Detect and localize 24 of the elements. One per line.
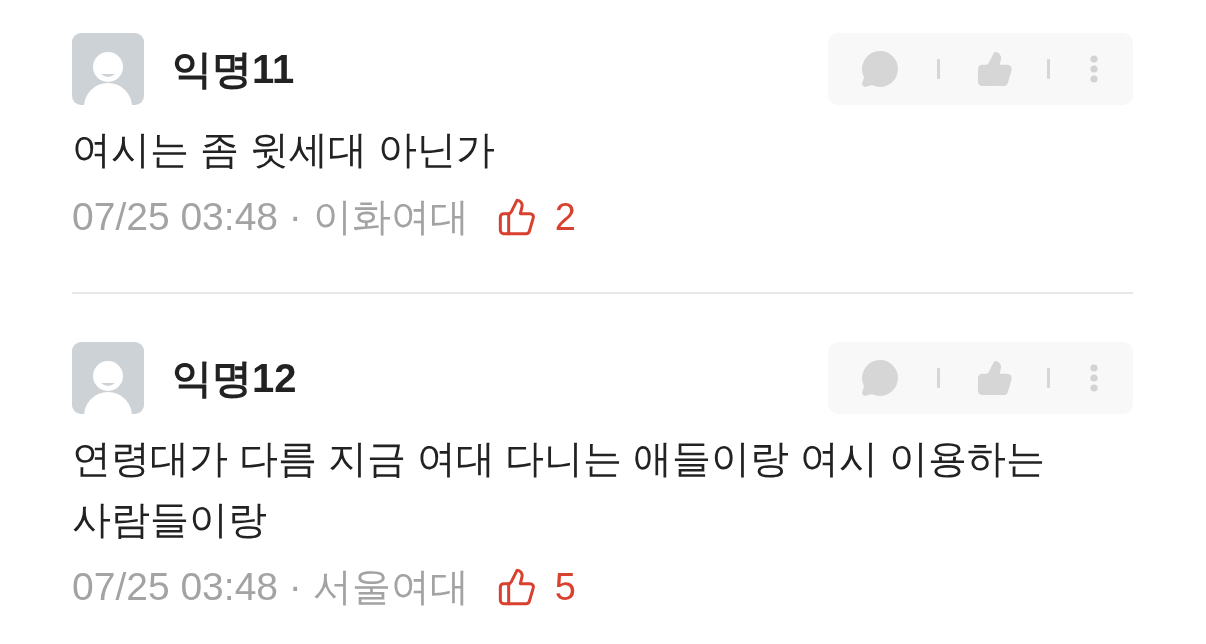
thumbs-up-icon xyxy=(496,197,537,237)
like-count: 2 xyxy=(554,195,576,239)
more-button[interactable] xyxy=(1090,55,1098,83)
author-name: 익명11 xyxy=(172,45,296,93)
more-icon xyxy=(1090,364,1098,392)
more-icon xyxy=(1090,55,1098,83)
like-button[interactable] xyxy=(976,50,1014,88)
thumbs-up-icon xyxy=(976,359,1014,397)
thumbs-up-icon xyxy=(976,50,1014,88)
thumbs-up-icon xyxy=(496,567,537,607)
more-button[interactable] xyxy=(1090,364,1098,392)
comment-text: 여시는 좀 윗세대 아닌가 xyxy=(72,127,496,173)
comment-meta: 07/25 03:48 · 서울여대 xyxy=(72,564,469,610)
reply-button[interactable] xyxy=(860,49,900,89)
author-name: 익명12 xyxy=(172,354,298,402)
avatar-icon xyxy=(72,33,144,105)
speech-bubble-icon xyxy=(860,49,900,89)
like-count: 5 xyxy=(554,565,576,609)
comment-meta: 07/25 03:48 · 이화여대 xyxy=(72,194,469,240)
speech-bubble-icon xyxy=(860,358,900,398)
like-button[interactable] xyxy=(976,359,1014,397)
avatar-icon xyxy=(72,342,144,414)
comment-text: 연령대가 다름 지금 여대 다니는 애들이랑 여시 이용하는 사람들이랑 xyxy=(72,436,1046,543)
reply-button[interactable] xyxy=(860,358,900,398)
